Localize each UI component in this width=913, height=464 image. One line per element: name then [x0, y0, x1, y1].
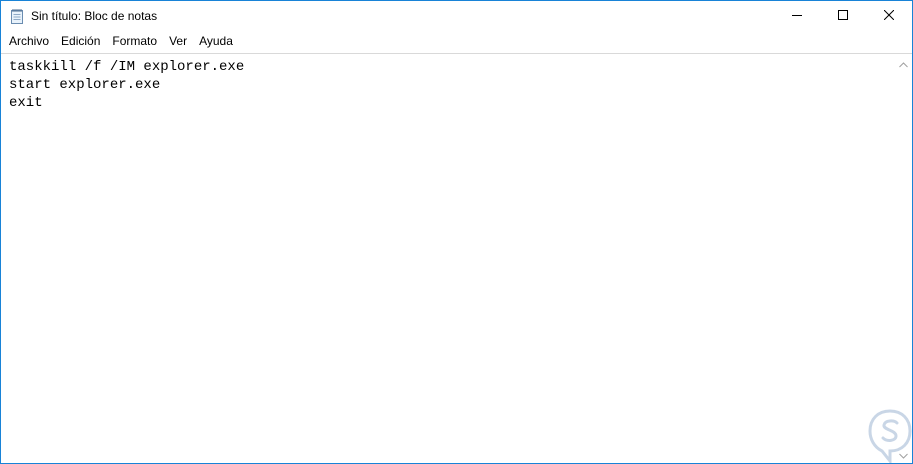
window-title: Sin título: Bloc de notas — [31, 9, 158, 23]
menu-ver[interactable]: Ver — [163, 31, 193, 52]
menu-edicion[interactable]: Edición — [55, 31, 106, 52]
editor-text[interactable]: taskkill /f /IM explorer.exe start explo… — [9, 58, 889, 458]
menu-archivo[interactable]: Archivo — [3, 31, 55, 52]
menu-formato[interactable]: Formato — [106, 31, 163, 52]
text-editor-area: taskkill /f /IM explorer.exe start explo… — [1, 53, 912, 463]
title-bar[interactable]: Sin título: Bloc de notas — [1, 1, 912, 31]
notepad-window: Sin título: Bloc de notas Archivo Edició… — [0, 0, 913, 464]
menu-bar: Archivo Edición Formato Ver Ayuda — [1, 31, 912, 52]
minimize-icon — [792, 7, 802, 25]
watermark-logo — [868, 409, 912, 463]
menu-ayuda[interactable]: Ayuda — [193, 31, 239, 52]
scroll-up-button[interactable] — [895, 55, 912, 72]
minimize-button[interactable] — [774, 1, 820, 31]
maximize-button[interactable] — [820, 1, 866, 31]
chevron-up-icon — [899, 55, 908, 73]
close-icon — [883, 7, 895, 25]
notepad-icon[interactable] — [10, 8, 24, 24]
close-button[interactable] — [866, 1, 912, 31]
vertical-scrollbar[interactable] — [895, 54, 912, 463]
maximize-icon — [838, 7, 848, 25]
